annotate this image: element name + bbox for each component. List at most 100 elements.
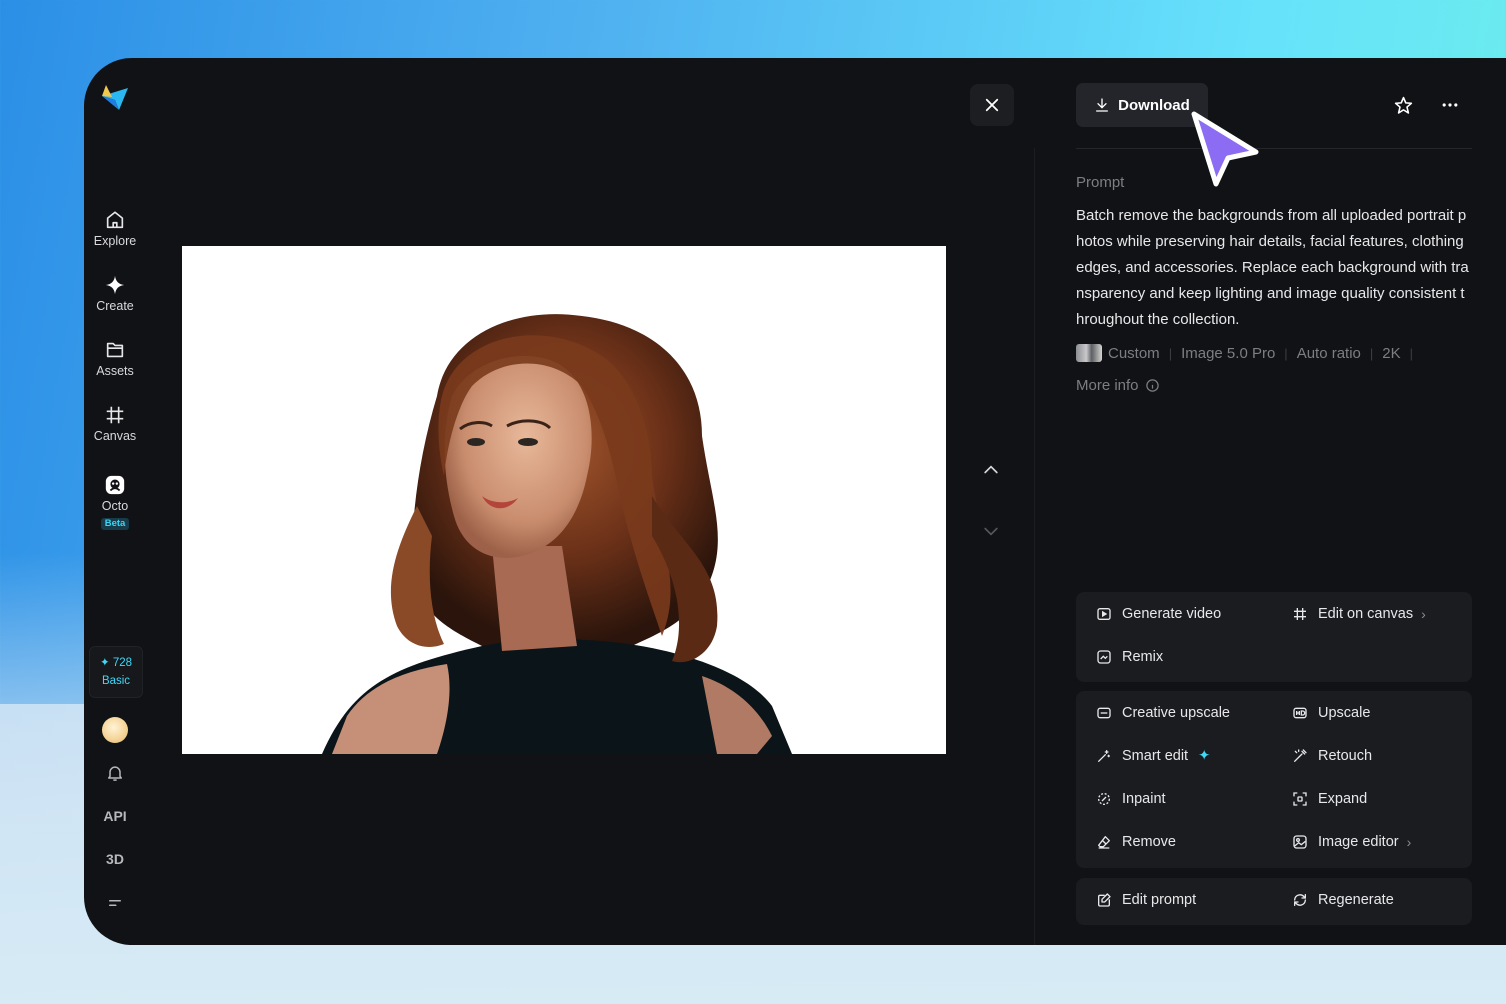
close-icon bbox=[985, 98, 999, 112]
meta-separator: | bbox=[1168, 345, 1173, 361]
edit-on-canvas-label: Edit on canvas bbox=[1318, 606, 1414, 622]
credits-plan: Basic bbox=[101, 675, 131, 687]
credits-count: ✦ 728 bbox=[90, 655, 142, 669]
edit-prompt-button[interactable]: Edit prompt bbox=[1096, 892, 1196, 908]
chevron-right-icon: › bbox=[1406, 834, 1412, 850]
meta-style: Custom bbox=[1108, 344, 1160, 362]
more-horizontal-icon bbox=[1442, 103, 1458, 107]
remove-button[interactable]: Remove bbox=[1096, 834, 1176, 850]
previous-button[interactable] bbox=[980, 459, 1002, 481]
pointer-cursor-icon bbox=[1191, 111, 1259, 187]
sidebar-item-assets[interactable]: Assets bbox=[84, 339, 146, 378]
sidebar-item-label: Assets bbox=[96, 364, 134, 378]
sidebar-item-label: Canvas bbox=[93, 429, 137, 443]
meta-model: Image 5.0 Pro bbox=[1181, 344, 1276, 362]
sidebar-item-explore[interactable]: Explore bbox=[84, 209, 146, 248]
panel-divider bbox=[1034, 148, 1035, 945]
generated-image[interactable] bbox=[182, 246, 946, 754]
sidebar-item-octo[interactable]: Octo Beta bbox=[84, 474, 146, 531]
refresh-icon bbox=[1294, 894, 1306, 906]
actions-group-edit: Creative upscale Upscale Smart edit ✦ Re… bbox=[1076, 691, 1472, 868]
remix-icon bbox=[1097, 650, 1111, 664]
generate-video-label: Generate video bbox=[1122, 606, 1222, 622]
avatar[interactable] bbox=[102, 717, 128, 743]
hd-icon bbox=[1293, 707, 1307, 719]
home-icon bbox=[106, 211, 124, 229]
generate-video-button[interactable]: Generate video bbox=[1096, 606, 1221, 622]
prompt-text: Batch remove the backgrounds from all up… bbox=[1076, 207, 1469, 328]
remove-label: Remove bbox=[1122, 834, 1176, 850]
api-link[interactable]: API bbox=[84, 808, 146, 824]
actions-group-generate: Generate video Edit on canvas › Remix bbox=[1076, 592, 1472, 682]
header-divider bbox=[1076, 148, 1472, 149]
retouch-label: Retouch bbox=[1318, 748, 1373, 764]
app-window: Explore Create Assets Canvas Octo Beta ✦… bbox=[84, 58, 1506, 945]
sidebar-item-label: Create bbox=[96, 299, 134, 313]
reference-thumbnail bbox=[1076, 344, 1102, 362]
prompt-label: Prompt bbox=[1076, 174, 1125, 191]
meta-separator: | bbox=[1369, 345, 1374, 361]
image-editor-button[interactable]: Image editor › bbox=[1292, 834, 1411, 850]
download-label: Download bbox=[1118, 96, 1190, 114]
meta-separator: | bbox=[1284, 345, 1288, 361]
sidebar-item-label: Explore bbox=[93, 234, 137, 248]
smart-edit-button[interactable]: Smart edit ✦ bbox=[1096, 748, 1210, 764]
regenerate-label: Regenerate bbox=[1318, 892, 1394, 908]
info-icon bbox=[1145, 379, 1159, 392]
edit-on-canvas-button[interactable]: Edit on canvas › bbox=[1292, 606, 1426, 622]
more-info-link[interactable]: More info bbox=[1076, 377, 1160, 394]
upscale-label: Upscale bbox=[1318, 705, 1371, 721]
next-button[interactable] bbox=[980, 520, 1002, 542]
edit-icon bbox=[1098, 893, 1111, 907]
canvas-icon bbox=[106, 406, 124, 424]
meta-separator: | bbox=[1409, 345, 1414, 361]
more-info-label: More info bbox=[1076, 377, 1139, 394]
creative-upscale-button[interactable]: Creative upscale bbox=[1096, 705, 1230, 721]
chevron-down-icon bbox=[984, 527, 998, 536]
upscale-button[interactable]: Upscale bbox=[1292, 705, 1370, 721]
sidebar: Explore Create Assets Canvas Octo Beta ✦… bbox=[84, 58, 146, 945]
regenerate-button[interactable]: Regenerate bbox=[1292, 892, 1394, 908]
sparkle-icon bbox=[105, 275, 125, 295]
more-options-button[interactable] bbox=[1437, 92, 1463, 118]
expand-label: Expand bbox=[1318, 791, 1368, 807]
portrait-image bbox=[322, 314, 792, 754]
image-editor-icon bbox=[1293, 835, 1307, 849]
actions-group-prompt: Edit prompt Regenerate bbox=[1076, 878, 1472, 925]
canvas-icon bbox=[1294, 608, 1306, 620]
expand-button[interactable]: Expand bbox=[1292, 791, 1367, 807]
inpaint-icon bbox=[1098, 793, 1110, 805]
magic-wand-icon bbox=[1098, 750, 1110, 762]
creative-upscale-icon bbox=[1097, 707, 1111, 719]
notifications-button[interactable] bbox=[84, 763, 146, 786]
inpaint-label: Inpaint bbox=[1122, 791, 1166, 807]
remix-button[interactable]: Remix bbox=[1096, 649, 1163, 665]
bell-icon bbox=[108, 766, 122, 781]
folder-icon bbox=[106, 342, 124, 358]
download-icon bbox=[1096, 98, 1109, 112]
smart-edit-label: Smart edit bbox=[1122, 748, 1189, 764]
menu-button[interactable] bbox=[84, 894, 146, 915]
retouch-button[interactable]: Retouch bbox=[1292, 748, 1372, 764]
credits-badge[interactable]: ✦ 728 Basic bbox=[89, 646, 143, 698]
sparkle-icon: ✦ bbox=[1198, 748, 1211, 764]
expand-icon bbox=[1293, 792, 1307, 806]
generation-meta: Custom | Image 5.0 Pro | Auto ratio | 2K… bbox=[1076, 344, 1422, 362]
eraser-icon bbox=[1098, 836, 1110, 849]
beta-badge: Beta bbox=[100, 518, 130, 530]
octo-icon bbox=[105, 475, 125, 495]
sidebar-item-create[interactable]: Create bbox=[84, 274, 146, 313]
menu-icon bbox=[109, 900, 121, 906]
3d-link[interactable]: 3D bbox=[84, 851, 146, 867]
close-button[interactable] bbox=[970, 84, 1014, 126]
star-icon bbox=[1394, 96, 1412, 114]
sidebar-item-canvas[interactable]: Canvas bbox=[84, 404, 146, 443]
meta-ratio: Auto ratio bbox=[1296, 344, 1361, 362]
credits-sparkle-icon: ✦ bbox=[99, 657, 110, 669]
video-icon bbox=[1097, 608, 1111, 620]
creative-upscale-label: Creative upscale bbox=[1122, 705, 1230, 721]
chevron-right-icon: › bbox=[1421, 606, 1426, 622]
favorite-button[interactable] bbox=[1390, 92, 1416, 118]
app-logo-icon[interactable] bbox=[100, 82, 130, 112]
inpaint-button[interactable]: Inpaint bbox=[1096, 791, 1166, 807]
